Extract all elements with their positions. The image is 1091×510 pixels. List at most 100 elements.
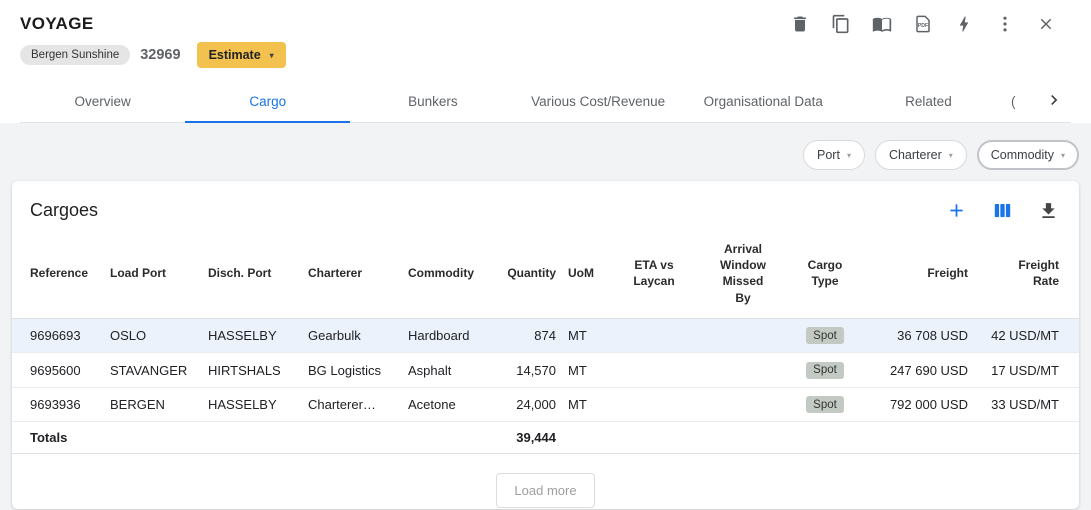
cell-arrival-window	[694, 387, 792, 422]
close-button[interactable]	[1035, 13, 1057, 35]
cell-quantity: 874	[496, 318, 562, 353]
col-header-load-port[interactable]: Load Port	[104, 227, 202, 318]
chevron-right-icon	[1044, 90, 1064, 113]
tab-cargo[interactable]: Cargo	[185, 80, 350, 122]
cell-load-port: STAVANGER	[104, 353, 202, 388]
tab-bunkers[interactable]: Bunkers	[350, 80, 515, 122]
col-header-arrival-window-label: Arrival Window Missed By	[714, 241, 772, 306]
more-options-button[interactable]	[994, 13, 1016, 35]
tab-various-cost-revenue[interactable]: Various Cost/Revenue	[516, 80, 681, 122]
estimate-button[interactable]: Estimate ▾	[197, 42, 286, 68]
col-header-disch-port[interactable]: Disch. Port	[202, 227, 302, 318]
cell-arrival-window	[694, 353, 792, 388]
table-row[interactable]: 9695600 STAVANGER HIRTSHALS BG Logistics…	[12, 353, 1079, 388]
cargoes-card: Cargoes Reference	[12, 181, 1079, 509]
cell-freight-rate: 42 USD/MT	[974, 318, 1079, 353]
cell-uom: MT	[562, 318, 614, 353]
col-header-freight-rate-label: Freight Rate	[1013, 257, 1059, 289]
cell-disch-port: HIRTSHALS	[202, 353, 302, 388]
topbar: VOYAGE PDF Bergen Su	[0, 0, 1091, 123]
cell-disch-port: HASSELBY	[202, 318, 302, 353]
cell-quantity: 24,000	[496, 387, 562, 422]
filter-charterer[interactable]: Charterer ▾	[875, 140, 967, 170]
tabs-scroll-right-button[interactable]	[1037, 80, 1071, 122]
cell-reference[interactable]: 9696693	[12, 318, 104, 353]
totals-quantity: 39,444	[496, 422, 562, 454]
cell-charterer: BG Logistics	[302, 353, 402, 388]
cell-commodity: Hardboard	[402, 318, 496, 353]
cargo-type-badge: Spot	[806, 327, 844, 344]
col-header-eta-vs-laycan[interactable]: ETA vs Laycan	[614, 227, 694, 318]
col-header-uom[interactable]: UoM	[562, 227, 614, 318]
cell-freight-rate: 33 USD/MT	[974, 387, 1079, 422]
table-header-row: Reference Load Port Disch. Port Chartere…	[12, 227, 1079, 318]
tab-organisational-data[interactable]: Organisational Data	[681, 80, 846, 122]
add-cargo-button[interactable]	[945, 199, 967, 221]
cell-charterer: Charterer…	[302, 387, 402, 422]
filter-port[interactable]: Port ▾	[803, 140, 865, 170]
filter-row: Port ▾ Charterer ▾ Commodity ▾	[12, 140, 1079, 170]
cell-freight: 36 708 USD	[858, 318, 974, 353]
vessel-chip[interactable]: Bergen Sunshine	[20, 45, 130, 65]
download-icon	[1038, 200, 1059, 221]
col-header-charterer[interactable]: Charterer	[302, 227, 402, 318]
col-header-cargo-type-label: Cargo Type	[805, 257, 845, 289]
totals-label: Totals	[12, 422, 104, 454]
cargoes-table: Reference Load Port Disch. Port Chartere…	[12, 227, 1079, 454]
col-header-arrival-window[interactable]: Arrival Window Missed By	[694, 227, 792, 318]
cell-cargo-type: Spot	[792, 353, 858, 388]
col-header-reference[interactable]: Reference	[12, 227, 104, 318]
chevron-down-icon: ▾	[1061, 151, 1065, 160]
cell-load-port: BERGEN	[104, 387, 202, 422]
cell-uom: MT	[562, 387, 614, 422]
chevron-down-icon: ▾	[270, 51, 274, 60]
delete-icon	[790, 14, 810, 34]
col-header-freight[interactable]: Freight	[858, 227, 974, 318]
cell-load-port: OSLO	[104, 318, 202, 353]
tab-overview[interactable]: Overview	[20, 80, 185, 122]
filter-port-label: Port	[817, 148, 840, 162]
tab-related[interactable]: Related	[846, 80, 1011, 122]
pdf-export-button[interactable]: PDF	[912, 13, 934, 35]
cell-freight: 247 690 USD	[858, 353, 974, 388]
delete-button[interactable]	[789, 13, 811, 35]
tab-partial[interactable]: (	[1011, 80, 1037, 122]
cargo-type-badge: Spot	[806, 396, 844, 413]
table-row[interactable]: 9693936 BERGEN HASSELBY Charterer… Aceto…	[12, 387, 1079, 422]
filter-commodity-label: Commodity	[991, 148, 1054, 162]
col-header-commodity[interactable]: Commodity	[402, 227, 496, 318]
load-more-button[interactable]: Load more	[496, 473, 594, 508]
cell-eta-vs-laycan	[614, 318, 694, 353]
cell-freight: 792 000 USD	[858, 387, 974, 422]
chevron-down-icon: ▾	[847, 151, 851, 160]
voyage-number: 32969	[140, 47, 180, 63]
card-actions	[945, 199, 1059, 221]
columns-icon	[992, 200, 1013, 221]
copy-button[interactable]	[830, 13, 852, 35]
cell-quantity: 14,570	[496, 353, 562, 388]
cell-disch-port: HASSELBY	[202, 387, 302, 422]
cell-cargo-type: Spot	[792, 387, 858, 422]
cell-commodity: Asphalt	[402, 353, 496, 388]
col-header-freight-rate[interactable]: Freight Rate	[974, 227, 1079, 318]
download-button[interactable]	[1037, 199, 1059, 221]
svg-text:PDF: PDF	[918, 23, 928, 29]
col-header-cargo-type[interactable]: Cargo Type	[792, 227, 858, 318]
page-title: VOYAGE	[20, 14, 94, 34]
cell-reference[interactable]: 9695600	[12, 353, 104, 388]
totals-row: Totals 39,444	[12, 422, 1079, 454]
pdf-export-icon: PDF	[913, 14, 933, 34]
quick-actions-button[interactable]	[953, 13, 975, 35]
cargo-type-badge: Spot	[806, 362, 844, 379]
card-title: Cargoes	[30, 200, 98, 221]
col-header-quantity[interactable]: Quantity	[496, 227, 562, 318]
table-row[interactable]: 9696693 OSLO HASSELBY Gearbulk Hardboard…	[12, 318, 1079, 353]
copy-icon	[831, 14, 851, 34]
content-area: Port ▾ Charterer ▾ Commodity ▾ Cargoes	[0, 123, 1091, 510]
columns-button[interactable]	[991, 199, 1013, 221]
filter-commodity[interactable]: Commodity ▾	[977, 140, 1079, 170]
cell-eta-vs-laycan	[614, 387, 694, 422]
cell-reference[interactable]: 9693936	[12, 387, 104, 422]
journal-button[interactable]	[871, 13, 893, 35]
lightning-icon	[954, 14, 974, 34]
